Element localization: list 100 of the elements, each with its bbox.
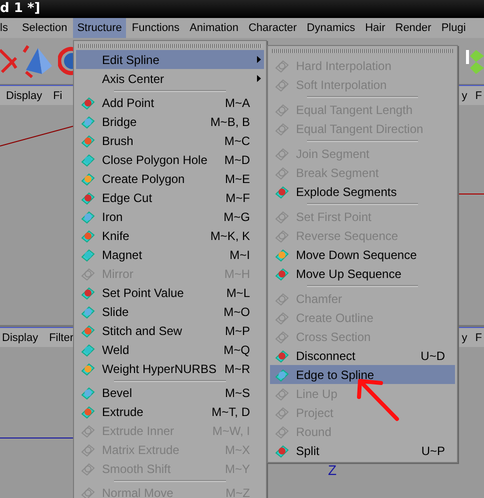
menu-item[interactable]: Magnet M~I <box>76 245 264 264</box>
tool-icon <box>80 484 96 498</box>
tool-icon <box>80 460 96 476</box>
tool-icon <box>274 228 290 244</box>
menu-bar-item[interactable]: Selection <box>18 18 72 38</box>
menu-item-label: Bridge <box>102 114 138 128</box>
shortcut-label: M~B, B <box>210 114 250 128</box>
shortcut-label: M~I <box>230 248 250 262</box>
tool-icon <box>80 404 96 420</box>
menu-bar-item[interactable]: Character <box>244 18 301 38</box>
viewport-menu-item[interactable]: Display <box>2 332 38 344</box>
menu-item-label: Stitch and Sew <box>102 324 184 338</box>
shortcut-label: M~S <box>224 386 250 400</box>
menu-item-label: Extrude <box>102 404 144 418</box>
shortcut-label: U~P <box>421 444 445 458</box>
shortcut-label: M~T, D <box>212 404 250 418</box>
shortcut-label: M~G <box>224 210 250 224</box>
menu-item[interactable]: Edit Spline <box>76 50 264 69</box>
menu-item-label: Close Polygon Hole <box>102 152 208 166</box>
menu-item-label: Bevel <box>102 386 134 400</box>
tool-icon <box>274 290 290 306</box>
tool-icon <box>80 360 96 376</box>
submenu-arrow-icon <box>257 56 261 63</box>
tool-icon <box>80 132 96 148</box>
tool-icon <box>274 102 290 118</box>
tool-icon <box>80 114 96 130</box>
tool-icon <box>274 146 290 162</box>
viewport-menu-item[interactable]: y <box>462 90 468 102</box>
tool-icon <box>274 404 290 420</box>
tool-icon <box>274 366 290 382</box>
shortcut-label: M~K, K <box>210 228 250 242</box>
tool-icon <box>80 152 96 168</box>
menu-item-label: Brush <box>102 134 134 148</box>
viewport-menu-item[interactable]: y <box>462 332 468 344</box>
tool-icon <box>274 310 290 326</box>
menu-item-label: Axis Center <box>102 72 166 86</box>
tool-icon <box>274 442 290 458</box>
menu-item[interactable]: Extrude M~T, D <box>76 402 264 421</box>
menu-item[interactable]: Knife M~K, K <box>76 226 264 245</box>
tool-icon <box>274 386 290 402</box>
menu-item[interactable]: Set Point Value M~L <box>76 283 264 302</box>
pyramid-icon[interactable] <box>22 44 54 78</box>
menu-bar-item[interactable]: Animation <box>186 18 242 38</box>
menu-item[interactable]: Move Up Sequence <box>270 264 455 283</box>
tool-icon <box>274 76 290 92</box>
menu-item-label: Set Point Value <box>102 286 185 300</box>
menu-item[interactable]: Iron M~G <box>76 207 264 226</box>
shortcut-label: M~A <box>224 96 250 110</box>
menu-bar-item[interactable]: Render <box>391 18 436 38</box>
menu-item[interactable]: Slide M~O <box>76 302 264 321</box>
menu-item[interactable]: Move Down Sequence <box>270 245 455 264</box>
viewport-menu-item[interactable]: F <box>475 332 482 344</box>
menu-item[interactable]: Create Polygon M~E <box>76 169 264 188</box>
menu-grip[interactable] <box>76 41 264 50</box>
menu-item[interactable]: Explode Segments <box>270 182 455 201</box>
submenu-arrow-icon <box>257 75 261 82</box>
menu-item-label: Move Up Sequence <box>296 266 402 280</box>
tool-icon <box>80 170 96 186</box>
viewport-menu-item[interactable]: Display <box>6 90 42 102</box>
menu-item-label: Add Point <box>102 96 156 110</box>
tool-icon <box>274 246 290 262</box>
menu-item[interactable]: Split U~P <box>270 441 455 460</box>
menu-item[interactable]: Close Polygon Hole M~D <box>76 150 264 169</box>
shortcut-label: M~E <box>224 172 250 186</box>
tool-icon <box>80 422 96 438</box>
menu-item[interactable]: Add Point M~A <box>76 93 264 112</box>
menu-item[interactable]: Brush M~C <box>76 131 264 150</box>
viewport-menu-item[interactable]: Fi <box>53 90 62 102</box>
tool-icon <box>274 328 290 344</box>
menu-item-label: Iron <box>102 210 124 224</box>
shortcut-label: M~C <box>224 134 250 148</box>
menu-item[interactable]: Weight HyperNURBS M~R <box>76 359 264 378</box>
menu-item[interactable]: Weld M~Q <box>76 340 264 359</box>
tool-icon <box>80 228 96 244</box>
tool-icon <box>80 266 96 282</box>
viewport-menu-item[interactable]: F <box>475 90 482 102</box>
menu-item[interactable]: Edge Cut M~F <box>76 188 264 207</box>
menu-bar-item[interactable]: Structure <box>73 18 126 38</box>
menu-bar-item[interactable]: Hair <box>361 18 390 38</box>
menu-grip[interactable] <box>270 46 455 56</box>
axis-label: Z <box>328 462 337 478</box>
menu-bar-item[interactable]: Plugi <box>437 18 470 38</box>
menu-item[interactable]: Axis Center <box>76 69 264 88</box>
tool-icon <box>80 190 96 206</box>
menu-item[interactable]: Edge to Spline <box>270 365 455 384</box>
tool-icon <box>274 266 290 282</box>
viewport-menu-item[interactable]: Filter <box>49 332 74 344</box>
menu-item-label: Slide <box>102 304 130 318</box>
menu-bar-item[interactable]: Functions <box>128 18 184 38</box>
menu-item[interactable]: Bevel M~S <box>76 383 264 402</box>
menu-bar-item[interactable]: Dynamics <box>302 18 360 38</box>
menu-item-label: Move Down Sequence <box>296 248 418 262</box>
tool-icon <box>274 424 290 440</box>
tool-icon <box>80 304 96 320</box>
menu-item[interactable]: Bridge M~B, B <box>76 112 264 131</box>
menu-bar-item[interactable]: ls <box>0 18 12 38</box>
menu-item[interactable]: Stitch and Sew M~P <box>76 321 264 340</box>
menu-item[interactable]: Disconnect U~D <box>270 346 455 365</box>
shortcut-label: M~F <box>226 190 250 204</box>
tool-icon <box>80 208 96 224</box>
